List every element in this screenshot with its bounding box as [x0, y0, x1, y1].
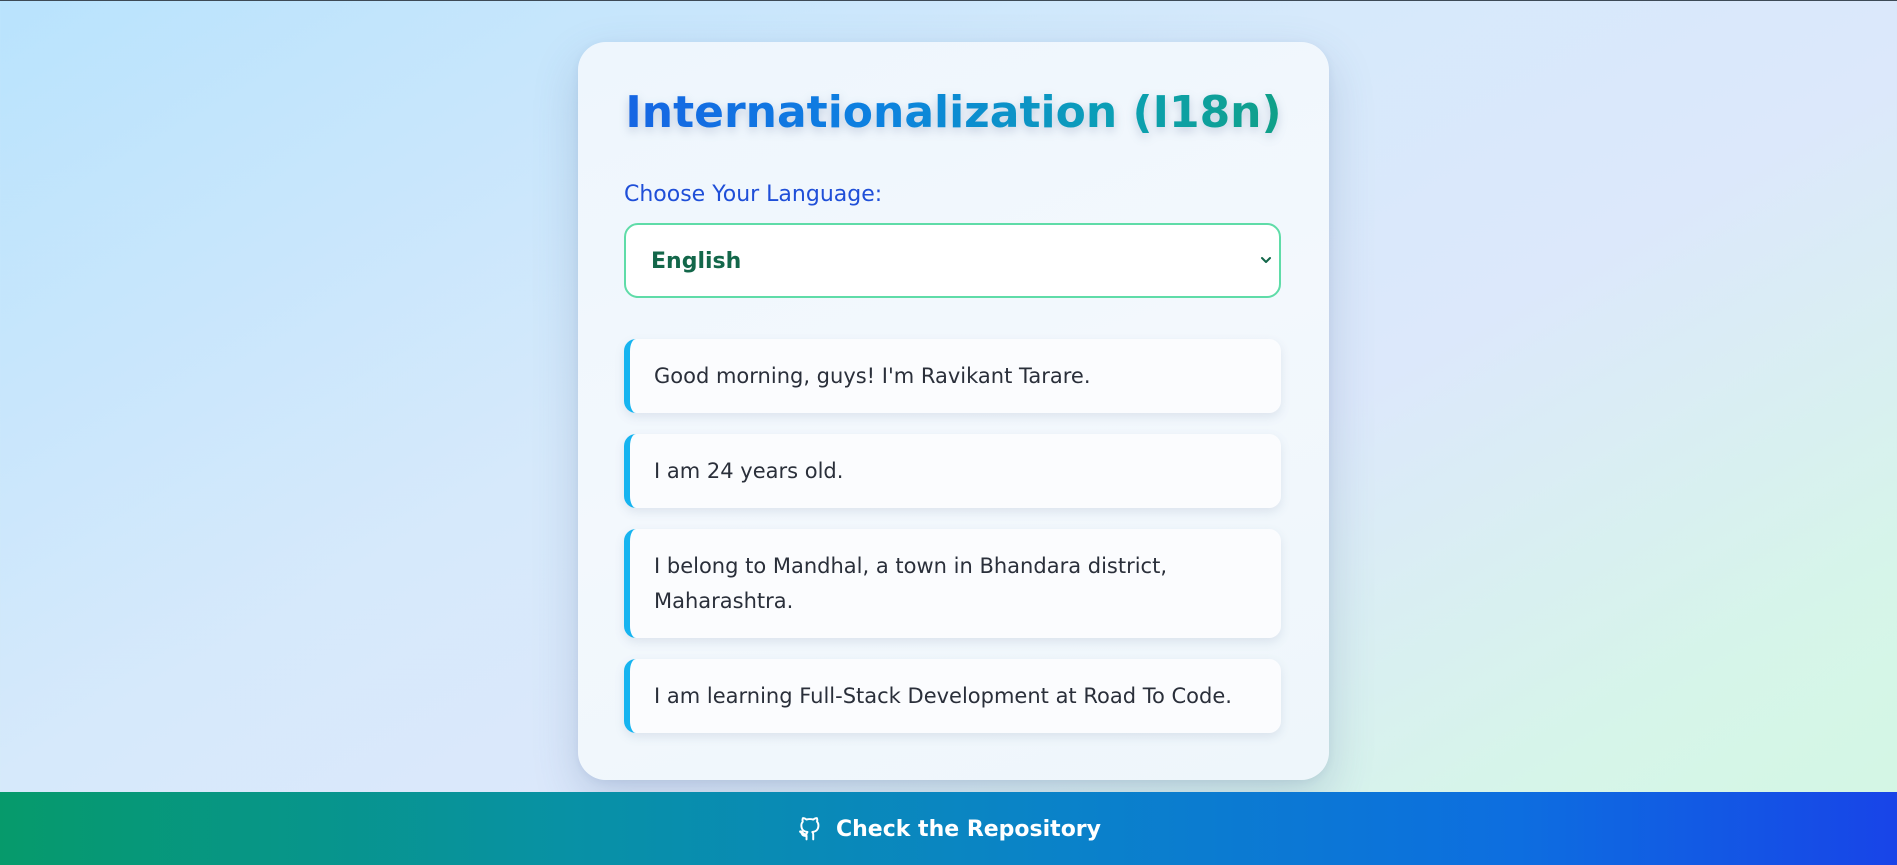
footer-bar: Check the Repository — [0, 792, 1897, 865]
github-icon — [799, 817, 820, 841]
message-card-greeting: Good morning, guys! I'm Ravikant Tarare. — [624, 339, 1281, 413]
message-card-hometown: I belong to Mandhal, a town in Bhandara … — [624, 529, 1281, 638]
message-text: I belong to Mandhal, a town in Bhandara … — [654, 553, 1168, 613]
language-select[interactable]: English — [624, 223, 1281, 298]
i18n-card: Internationalization (I18n) Choose Your … — [578, 42, 1329, 780]
language-select-value: English — [651, 249, 742, 274]
repository-link[interactable]: Check the Repository — [796, 814, 1101, 844]
message-card-learning: I am learning Full-Stack Development at … — [624, 659, 1281, 733]
message-text: Good morning, guys! I'm Ravikant Tarare. — [654, 363, 1091, 388]
message-card-age: I am 24 years old. — [624, 434, 1281, 508]
message-text: I am 24 years old. — [654, 458, 844, 483]
page-title: Internationalization (I18n) — [578, 91, 1329, 135]
message-text: I am learning Full-Stack Development at … — [654, 683, 1232, 708]
repository-link-label: Check the Repository — [836, 816, 1101, 842]
chevron-down-icon — [1261, 257, 1271, 263]
language-label: Choose Your Language: — [624, 182, 883, 207]
